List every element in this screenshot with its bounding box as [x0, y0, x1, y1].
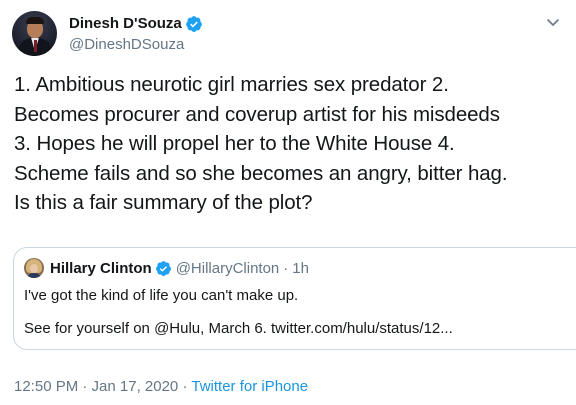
tweet-meta: 12:50 PM · Jan 17, 2020 · Twitter for iP…	[14, 378, 308, 395]
tweet-text: 1. Ambitious neurotic girl marries sex p…	[14, 70, 574, 218]
tweet-text-line: 1. Ambitious neurotic girl marries sex p…	[14, 73, 449, 96]
tweet-text-line: Becomes procurer and coverup artist for …	[14, 102, 500, 126]
author-names: Dinesh D'Souza @DineshDSouza	[69, 14, 203, 53]
author-display-name[interactable]: Dinesh D'Souza	[69, 15, 182, 32]
quoted-author-avatar	[24, 258, 44, 278]
quoted-tweet-text-line: See for yourself on @Hulu, March 6. twit…	[24, 320, 453, 337]
tweet-card: Dinesh D'Souza @DineshDSouza 1. Ambitiou…	[0, 0, 576, 405]
verified-badge-icon	[185, 15, 203, 33]
verified-badge-icon	[155, 260, 172, 277]
quoted-tweet-time: 1h	[292, 259, 309, 277]
chevron-down-icon[interactable]	[545, 14, 561, 30]
separator-dot: ·	[283, 259, 289, 277]
tweet-text-line: 3. Hopes he will propel her to the White…	[14, 132, 455, 155]
tweet-text-line: Is this a fair summary of the plot?	[14, 191, 313, 214]
quoted-tweet-text-line: I've got the kind of life you can't make…	[24, 287, 299, 304]
author-avatar[interactable]	[12, 10, 57, 56]
separator-dot: ·	[182, 378, 188, 395]
quoted-tweet[interactable]: Hillary Clinton @HillaryClinton · 1h I'v…	[13, 247, 576, 350]
quoted-author-display-name: Hillary Clinton	[50, 259, 152, 277]
quoted-author-handle: @HillaryClinton	[175, 259, 280, 277]
tweet-header: Dinesh D'Souza @DineshDSouza	[12, 10, 203, 56]
tweet-timestamp[interactable]: 12:50 PM · Jan 17, 2020	[14, 378, 178, 395]
tweet-text-line: Scheme fails and so she becomes an angry…	[14, 161, 508, 185]
tweet-source-link[interactable]: Twitter for iPhone	[191, 378, 308, 395]
quoted-tweet-header: Hillary Clinton @HillaryClinton · 1h	[24, 258, 309, 278]
author-handle[interactable]: @DineshDSouza	[69, 36, 203, 53]
